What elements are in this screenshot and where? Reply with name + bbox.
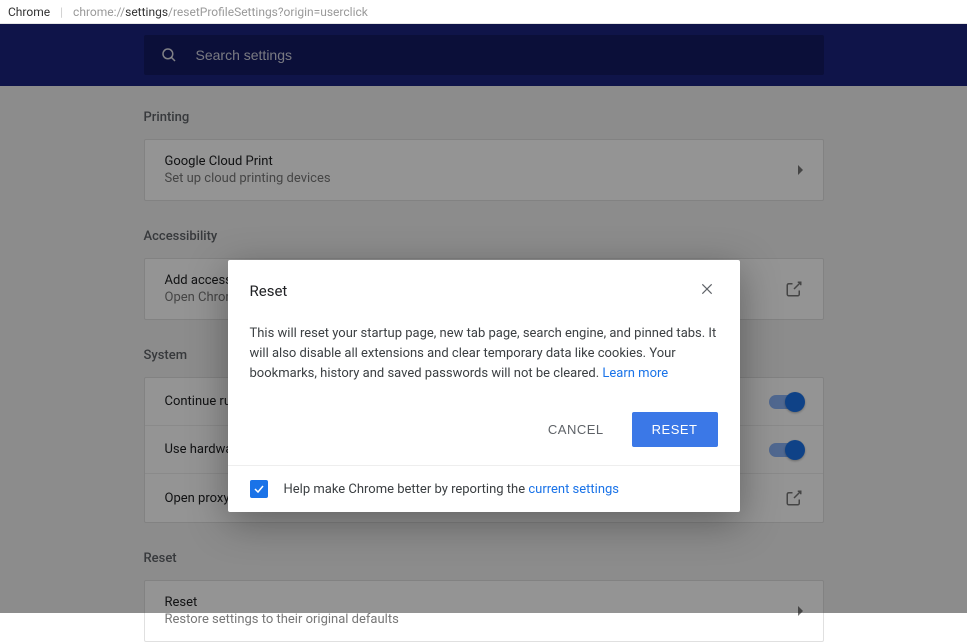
report-checkbox[interactable] — [250, 480, 268, 498]
divider: | — [60, 5, 63, 19]
url-path: /resetProfileSettings?origin=userclick — [168, 5, 368, 19]
address-bar: Chrome | chrome://settings/resetProfileS… — [0, 0, 967, 24]
footer-text: Help make Chrome better by reporting the… — [284, 482, 620, 497]
reset-button[interactable]: RESET — [632, 412, 718, 447]
url-scheme: chrome:// — [73, 5, 125, 19]
url-host: settings — [125, 5, 168, 19]
learn-more-link[interactable]: Learn more — [602, 366, 668, 381]
check-icon — [253, 483, 265, 495]
url[interactable]: chrome://settings/resetProfileSettings?o… — [73, 5, 368, 19]
cancel-button[interactable]: CANCEL — [538, 414, 614, 445]
current-settings-link[interactable]: current settings — [528, 482, 619, 497]
content-area: Printing Google Cloud Print Set up cloud… — [0, 24, 967, 613]
footer-text-pre: Help make Chrome better by reporting the — [284, 482, 529, 497]
dialog-title: Reset — [250, 282, 288, 300]
reset-dialog: Reset This will reset your startup page,… — [228, 260, 740, 512]
close-icon — [700, 282, 714, 296]
dialog-body: This will reset your startup page, new t… — [228, 310, 740, 402]
row-sub: Restore settings to their original defau… — [165, 612, 798, 627]
app-name: Chrome — [8, 5, 50, 19]
close-button[interactable] — [696, 278, 718, 304]
